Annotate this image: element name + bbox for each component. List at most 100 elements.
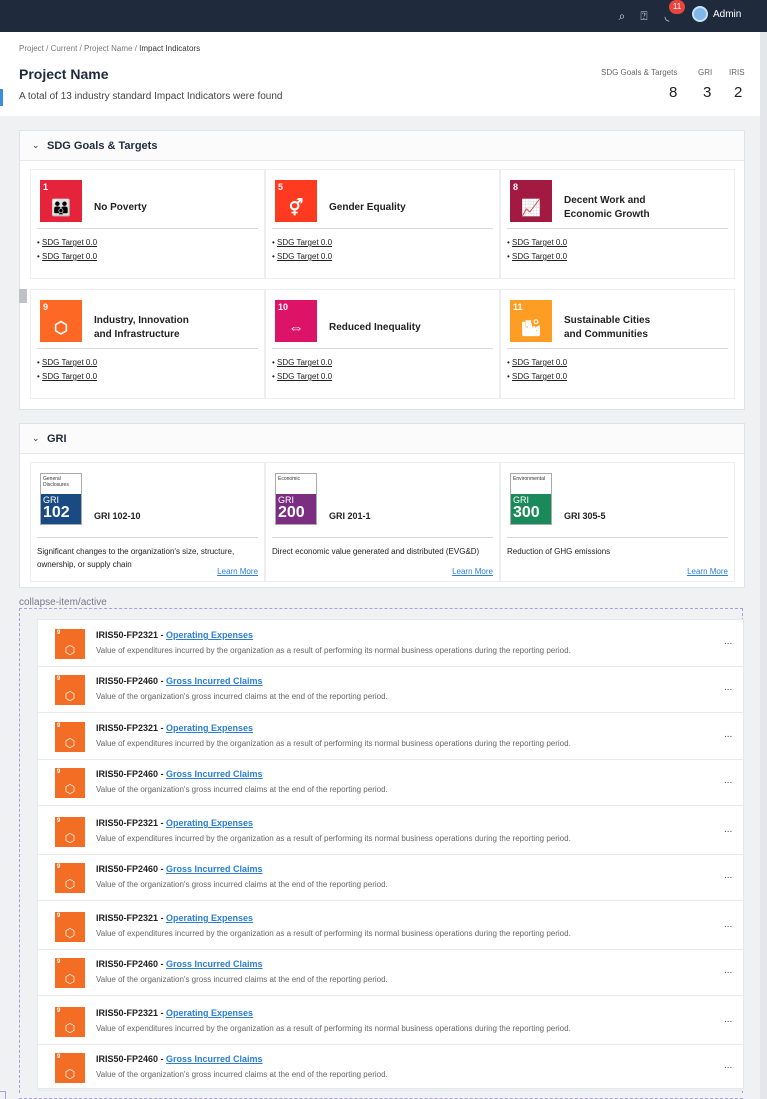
breadcrumb-item-project[interactable]: Project	[19, 44, 44, 53]
iris-name-link[interactable]: Gross Incurred Claims	[166, 769, 263, 779]
iris-description: Value of the organization's gross incurr…	[96, 975, 388, 984]
gri-card[interactable]: General Disclosures GRI 102 GRI 102-10 Signi…	[30, 462, 265, 582]
sdg-target-link[interactable]: • SDG Target 0.0	[37, 372, 97, 381]
more-options-button[interactable]: ...	[724, 870, 732, 881]
sdg-target-link[interactable]: • SDG Target 0.0	[507, 238, 567, 247]
sdg-9-cubes-icon: 9 ⬡	[55, 958, 85, 988]
sdg-card[interactable]: 1 👪 No Poverty • SDG Target 0.0 • SDG Target…	[30, 169, 265, 279]
sdg-target-link[interactable]: • SDG Target 0.0	[37, 252, 97, 261]
cubes-icon: ⬡	[64, 643, 76, 657]
sdg-target-link[interactable]: • SDG Target 0.0	[272, 358, 332, 367]
more-options-button[interactable]: ...	[724, 775, 732, 786]
iris-name-link[interactable]: Operating Expenses	[166, 723, 253, 733]
sdg-card[interactable]: 8 📈 Decent Work and Economic Growth • SDG Ta…	[500, 169, 735, 279]
gri-series: 300	[513, 504, 540, 521]
stat-value-iris: 2	[734, 84, 743, 101]
iris-row[interactable]: 9 ⬡ IRIS50-FP2321 - Operating Expenses Valu…	[38, 1000, 745, 1045]
more-options-button[interactable]: ...	[724, 1060, 732, 1071]
iris-name-link[interactable]: Gross Incurred Claims	[166, 1054, 263, 1064]
sdg-number: 9	[57, 1054, 61, 1060]
breadcrumb-item-project-name[interactable]: Project Name	[84, 44, 132, 53]
cubes-icon: ⬡	[64, 782, 76, 796]
sdg-card[interactable]: 10 ⇔ Reduced Inequality • SDG Target 0.0 • S…	[265, 289, 500, 399]
avatar[interactable]	[692, 6, 708, 22]
more-options-button[interactable]: ...	[724, 824, 732, 835]
more-options-button[interactable]: ...	[724, 729, 732, 740]
sdg-target-link[interactable]: • SDG Target 0.0	[37, 238, 97, 247]
iris-row[interactable]: 9 ⬡ IRIS50-FP2321 - Operating Expenses Valu…	[38, 622, 745, 667]
search-icon[interactable]: ⌕	[614, 8, 630, 24]
iris-row[interactable]: 9 ⬡ IRIS50-FP2460 - Gross Incurred Claims V…	[38, 856, 745, 901]
chevron-down-icon: ⌄	[32, 140, 40, 150]
iris-title: IRIS50-FP2460 - Gross Incurred Claims	[96, 959, 263, 969]
right-scrollbar[interactable]	[760, 32, 767, 1099]
sdg-goal-name-line: and Infrastructure	[94, 329, 180, 340]
sdg-9-cubes-icon: 9 ⬡	[55, 675, 85, 705]
more-options-button[interactable]: ...	[724, 919, 732, 930]
more-options-button[interactable]: ...	[724, 1014, 732, 1025]
sdg-target-link[interactable]: • SDG Target 0.0	[507, 372, 567, 381]
sdg-goal-name: Decent Work and Economic Growth	[564, 194, 650, 222]
gri-code: GRI 305-5	[564, 511, 606, 521]
iris-title: IRIS50-FP2321 - Operating Expenses	[96, 1008, 253, 1018]
iris-row[interactable]: 9 ⬡ IRIS50-FP2321 - Operating Expenses Valu…	[38, 810, 745, 855]
iris-row[interactable]: 9 ⬡ IRIS50-FP2460 - Gross Incurred Claims V…	[38, 951, 745, 996]
drag-handle[interactable]	[19, 289, 27, 303]
iris-row[interactable]: 9 ⬡ IRIS50-FP2460 - Gross Incurred Claims V…	[38, 1046, 745, 1091]
sdg-panel-header[interactable]: ⌄ SDG Goals & Targets	[20, 131, 744, 161]
iris-code: IRIS50-FP2321 -	[96, 723, 167, 733]
stat-label-gri: GRI	[698, 68, 713, 77]
sdg-9-cubes-icon: 9 ⬡	[40, 300, 82, 342]
iris-name-link[interactable]: Operating Expenses	[166, 630, 253, 640]
sdg-number: 9	[57, 769, 61, 775]
gender-icon: ⚥	[288, 200, 304, 217]
sdg-target-link[interactable]: • SDG Target 0.0	[272, 372, 332, 381]
iris-code: IRIS50-FP2460 -	[96, 676, 167, 686]
more-options-button[interactable]: ...	[724, 965, 732, 976]
help-icon[interactable]: ⍰	[636, 8, 652, 24]
breadcrumb-item-current[interactable]: Current	[51, 44, 78, 53]
learn-more-link[interactable]: Learn More	[687, 567, 728, 576]
iris-row[interactable]: 9 ⬡ IRIS50-FP2321 - Operating Expenses Valu…	[38, 715, 745, 760]
gri-description: Reduction of GHG emissions	[507, 547, 611, 556]
iris-description: Value of the organization's gross incurr…	[96, 692, 388, 701]
iris-name-link[interactable]: Operating Expenses	[166, 818, 253, 828]
sdg-goal-name: Reduced Inequality	[329, 321, 421, 335]
sdg-card[interactable]: 5 ⚥ Gender Equality • SDG Target 0.0 • SDG T…	[265, 169, 500, 279]
iris-title: IRIS50-FP2460 - Gross Incurred Claims	[96, 676, 263, 686]
iris-name-link[interactable]: Gross Incurred Claims	[166, 864, 263, 874]
sdg-target-link[interactable]: • SDG Target 0.0	[272, 252, 332, 261]
more-options-button[interactable]: ...	[724, 682, 732, 693]
iris-name-link[interactable]: Gross Incurred Claims	[166, 959, 263, 969]
iris-row[interactable]: 9 ⬡ IRIS50-FP2460 - Gross Incurred Claims V…	[38, 761, 745, 806]
sdg-card[interactable]: 11 🏙 Sustainable Cities and Communities • SD…	[500, 289, 735, 399]
gri-panel-header[interactable]: ⌄ GRI	[20, 424, 744, 454]
iris-name-link[interactable]: Operating Expenses	[166, 1008, 253, 1018]
user-name[interactable]: Admin	[713, 9, 741, 20]
iris-description: Value of expenditures incurred by the or…	[96, 929, 571, 938]
page-subtitle: A total of 13 industry standard Impact I…	[19, 91, 283, 102]
learn-more-link[interactable]: Learn More	[452, 567, 493, 576]
sdg-target-link[interactable]: • SDG Target 0.0	[507, 358, 567, 367]
sdg-target-link[interactable]: • SDG Target 0.0	[37, 358, 97, 367]
iris-row[interactable]: 9 ⬡ IRIS50-FP2321 - Operating Expenses Valu…	[38, 905, 745, 950]
sdg-number: 9	[57, 959, 61, 965]
iris-list: 9 ⬡ IRIS50-FP2321 - Operating Expenses Valu…	[37, 619, 745, 1091]
gri-category: General Disclosures	[43, 476, 69, 488]
sdg-target-link[interactable]: • SDG Target 0.0	[507, 252, 567, 261]
divider	[507, 228, 728, 229]
divider	[272, 348, 493, 349]
gri-card[interactable]: Economic GRI 200 GRI 201-1 Direct economic v…	[265, 462, 500, 582]
sdg-target-link[interactable]: • SDG Target 0.0	[272, 238, 332, 247]
gri-card[interactable]: Environmental GRI 300 GRI 305-5 Reduction of…	[500, 462, 735, 582]
iris-name-link[interactable]: Gross Incurred Claims	[166, 676, 263, 686]
iris-description: Value of the organization's gross incurr…	[96, 1070, 388, 1079]
iris-name-link[interactable]: Operating Expenses	[166, 913, 253, 923]
gri-300-icon: Environmental GRI 300	[510, 473, 552, 525]
sdg-number: 9	[57, 676, 61, 682]
sdg-card[interactable]: 9 ⬡ Industry, Innovation and Infrastructure…	[30, 289, 265, 399]
learn-more-link[interactable]: Learn More	[217, 567, 258, 576]
iris-row[interactable]: 9 ⬡ IRIS50-FP2460 - Gross Incurred Claims V…	[38, 668, 745, 713]
sdg-goal-name-line: Reduced Inequality	[329, 322, 421, 333]
more-options-button[interactable]: ...	[724, 636, 732, 647]
